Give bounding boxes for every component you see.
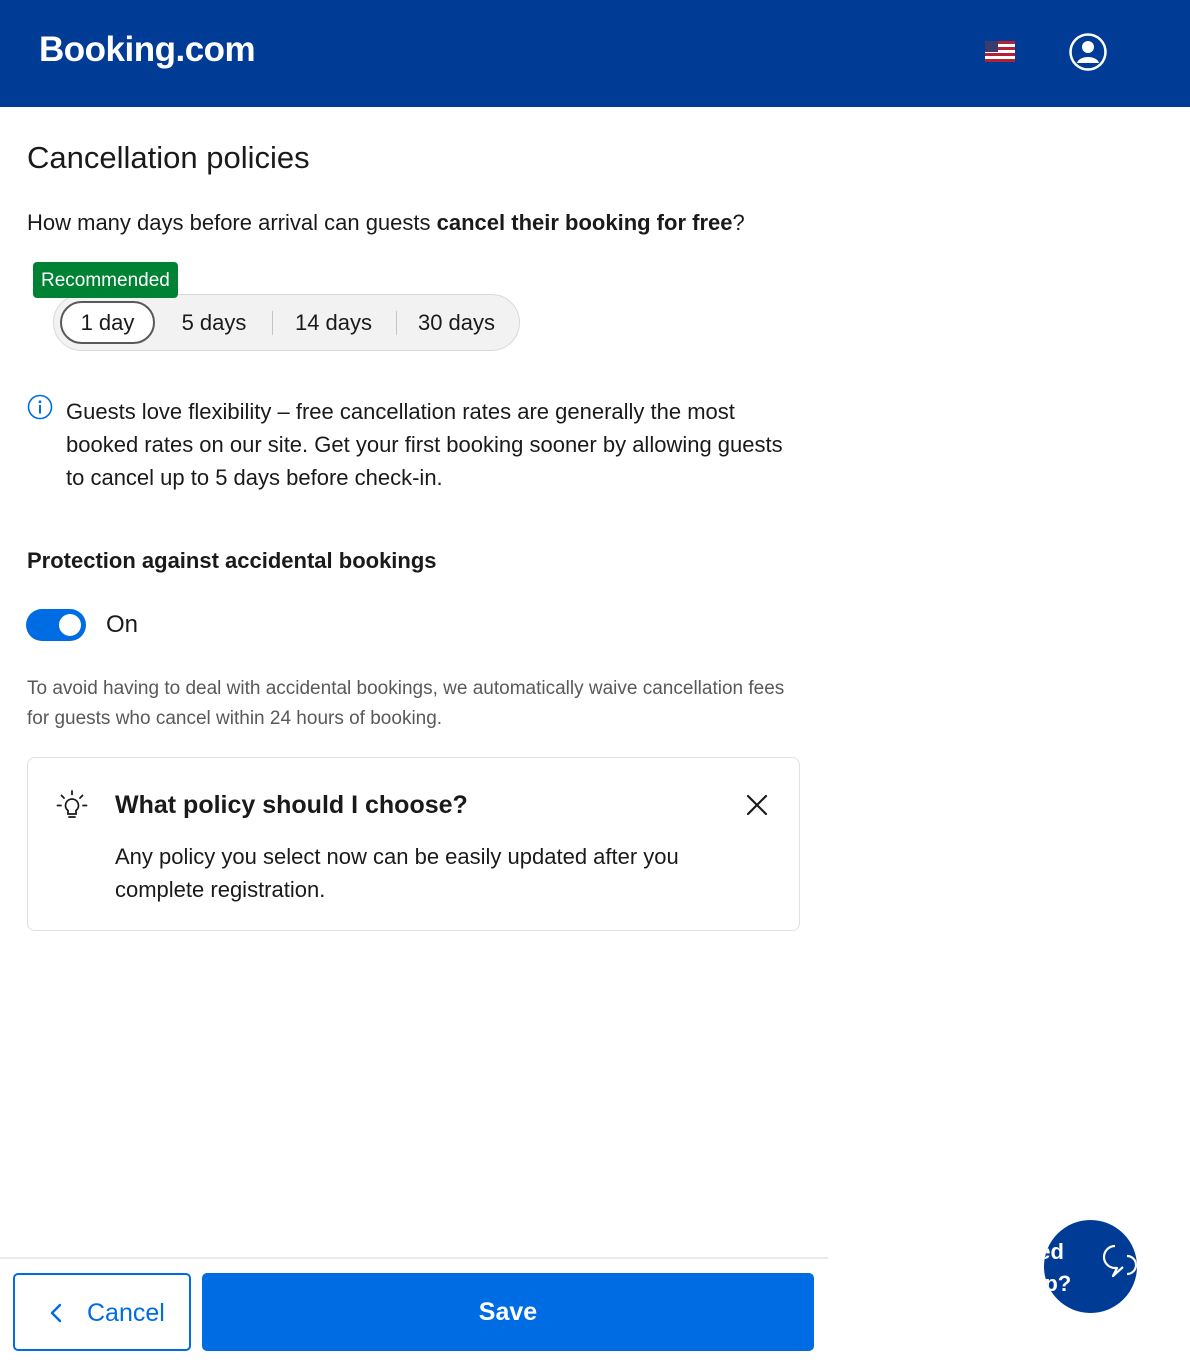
chat-bubble-icon bbox=[1101, 1242, 1137, 1282]
top-header: Booking.com bbox=[0, 0, 1190, 107]
toggle-state-label: On bbox=[106, 611, 139, 638]
close-icon[interactable] bbox=[740, 788, 774, 822]
cancellation-days-selector: 1 day 5 days 14 days 30 days bbox=[53, 294, 520, 351]
info-icon bbox=[27, 394, 53, 420]
cancel-button[interactable]: Cancel bbox=[13, 1273, 191, 1351]
user-circle-icon[interactable] bbox=[1068, 32, 1108, 72]
protection-description: To avoid having to deal with accidental … bbox=[27, 678, 785, 729]
segment-divider bbox=[272, 311, 273, 335]
segment-divider bbox=[396, 311, 397, 335]
question-bold-text: cancel their booking for free bbox=[436, 210, 733, 235]
page-title: Cancellation policies bbox=[27, 140, 310, 175]
cancel-label: Cancel bbox=[87, 1299, 165, 1327]
tip-title: What policy should I choose? bbox=[115, 791, 468, 819]
us-flag-icon[interactable] bbox=[985, 41, 1015, 62]
accidental-booking-toggle[interactable] bbox=[26, 609, 86, 641]
cancellation-question: How many days before arrival can guests … bbox=[27, 210, 745, 236]
option-14-days[interactable]: 14 days bbox=[281, 301, 386, 344]
tip-body: Any policy you select now can be easily … bbox=[115, 844, 679, 902]
recommended-badge: Recommended bbox=[33, 262, 178, 298]
chevron-left-icon bbox=[48, 1302, 64, 1324]
footer-divider bbox=[0, 1257, 828, 1259]
protection-title: Protection against accidental bookings bbox=[27, 548, 437, 573]
save-button[interactable]: Save bbox=[202, 1273, 814, 1351]
help-text: eed elp? bbox=[1044, 1239, 1072, 1296]
option-1-day[interactable]: 1 day bbox=[60, 301, 155, 344]
question-text: How many days before arrival can guests bbox=[27, 210, 437, 235]
option-30-days[interactable]: 30 days bbox=[404, 301, 509, 344]
toggle-knob bbox=[59, 614, 81, 636]
lightbulb-icon bbox=[55, 789, 89, 823]
question-suffix: ? bbox=[732, 210, 745, 235]
option-5-days[interactable]: 5 days bbox=[165, 301, 263, 344]
policy-tip-card: What policy should I choose? Any policy … bbox=[27, 757, 800, 931]
booking-logo[interactable]: Booking.com bbox=[39, 30, 256, 70]
flexibility-info-text: Guests love flexibility – free cancellat… bbox=[66, 399, 783, 490]
need-help-button[interactable]: eed elp? bbox=[1044, 1220, 1137, 1313]
